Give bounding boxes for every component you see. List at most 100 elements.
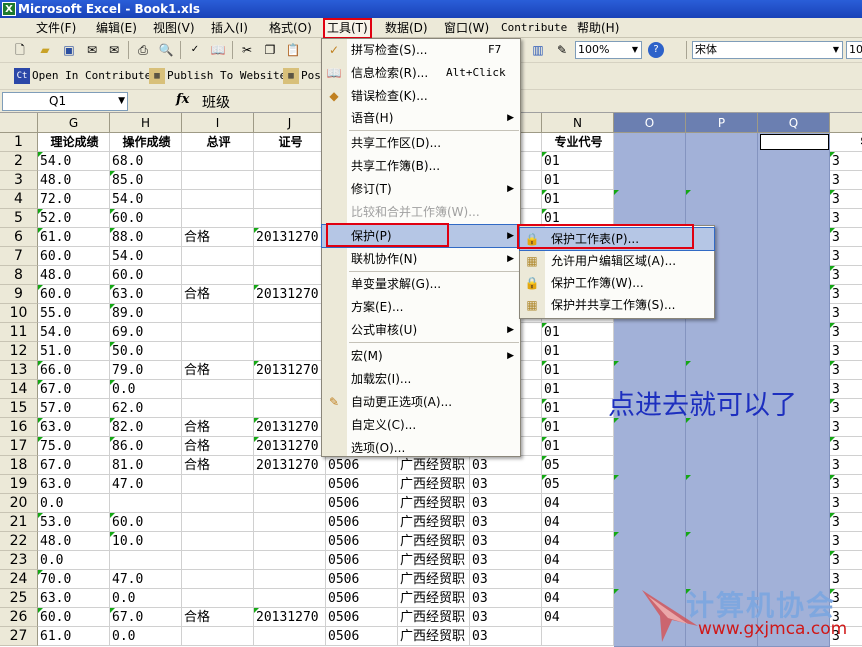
cell-o20[interactable] — [614, 494, 686, 513]
cell-q17[interactable] — [758, 437, 830, 456]
column-header-h[interactable]: H — [110, 113, 182, 133]
cell-r8[interactable]: 3 — [830, 266, 862, 285]
cell-o18[interactable] — [614, 456, 686, 475]
cell-n22[interactable]: 04 — [542, 532, 614, 551]
cell-h22[interactable]: 10.0 — [110, 532, 182, 551]
row-header[interactable]: 11 — [0, 323, 38, 342]
cell-j18[interactable]: 20131270 — [254, 456, 326, 475]
cell-j26[interactable]: 20131270 — [254, 608, 326, 627]
cell-h16[interactable]: 82.0 — [110, 418, 182, 437]
cell-n4[interactable]: 01 — [542, 190, 614, 209]
cell-n3[interactable]: 01 — [542, 171, 614, 190]
cell-l20[interactable]: 广西经贸职 — [398, 494, 470, 513]
cell-q5[interactable] — [758, 209, 830, 228]
cell-l26[interactable]: 广西经贸职 — [398, 608, 470, 627]
protect-submenu-item[interactable]: 🔒 保护工作簿(W)... — [520, 272, 714, 294]
cell-h9[interactable]: 63.0 — [110, 285, 182, 304]
cell-i27[interactable] — [182, 627, 254, 646]
cell-p3[interactable] — [686, 171, 758, 190]
cell-q8[interactable] — [758, 266, 830, 285]
cell-j11[interactable] — [254, 323, 326, 342]
cell-j14[interactable] — [254, 380, 326, 399]
cell-g8[interactable]: 48.0 — [38, 266, 110, 285]
cell-g17[interactable]: 75.0 — [38, 437, 110, 456]
row-header[interactable]: 20 — [0, 494, 38, 513]
cell-j13[interactable]: 20131270 — [254, 361, 326, 380]
research-icon[interactable]: 📖 — [210, 42, 226, 58]
cell-j2[interactable] — [254, 152, 326, 171]
row-header[interactable]: 1 — [0, 133, 38, 152]
print-icon[interactable]: ⎙ — [135, 42, 151, 58]
chevron-down-icon[interactable]: ▼ — [118, 93, 125, 110]
cell-r18[interactable]: 3 — [830, 456, 862, 475]
row-header[interactable]: 16 — [0, 418, 38, 437]
cell-i13[interactable]: 合格 — [182, 361, 254, 380]
cell-r2[interactable]: 3 — [830, 152, 862, 171]
row-header[interactable]: 27 — [0, 627, 38, 646]
cell-i9[interactable]: 合格 — [182, 285, 254, 304]
cell-h19[interactable]: 47.0 — [110, 475, 182, 494]
cell-g18[interactable]: 67.0 — [38, 456, 110, 475]
cell-n1[interactable]: 专业代号 — [542, 133, 614, 152]
column-header-i[interactable]: I — [182, 113, 254, 133]
cell-g14[interactable]: 67.0 — [38, 380, 110, 399]
cell-k23[interactable]: 0506 — [326, 551, 398, 570]
cell-k20[interactable]: 0506 — [326, 494, 398, 513]
cell-q4[interactable] — [758, 190, 830, 209]
cell-n23[interactable]: 04 — [542, 551, 614, 570]
cell-g3[interactable]: 48.0 — [38, 171, 110, 190]
cell-i15[interactable] — [182, 399, 254, 418]
cell-r6[interactable]: 3 — [830, 228, 862, 247]
cell-p1[interactable] — [686, 133, 758, 152]
cell-r17[interactable]: 3 — [830, 437, 862, 456]
cell-m25[interactable]: 03 — [470, 589, 542, 608]
tools-menu-item[interactable]: 公式审核(U) ▶ — [322, 319, 520, 341]
cell-h23[interactable] — [110, 551, 182, 570]
save-icon[interactable]: ▣ — [61, 42, 77, 58]
cell-j17[interactable]: 20131270 — [254, 437, 326, 456]
cell-m20[interactable]: 03 — [470, 494, 542, 513]
cell-h21[interactable]: 60.0 — [110, 513, 182, 532]
column-header-q[interactable]: Q — [758, 113, 830, 133]
spelling-icon[interactable]: ✓ — [187, 42, 203, 58]
cell-o11[interactable] — [614, 323, 686, 342]
cell-r19[interactable]: 3 — [830, 475, 862, 494]
select-all-corner[interactable] — [0, 113, 38, 133]
cell-m26[interactable]: 03 — [470, 608, 542, 627]
cell-r16[interactable]: 3 — [830, 418, 862, 437]
post-button[interactable]: ▦ Pos — [283, 67, 321, 85]
tools-menu-item[interactable]: ✎ 自动更正选项(A)... — [322, 391, 520, 413]
cell-j6[interactable]: 20131270 — [254, 228, 326, 247]
cell-g19[interactable]: 63.0 — [38, 475, 110, 494]
cell-q3[interactable] — [758, 171, 830, 190]
cell-i8[interactable] — [182, 266, 254, 285]
cell-o19[interactable] — [614, 475, 686, 494]
tools-menu-item[interactable]: ◆ 错误检查(K)... — [322, 85, 520, 107]
cell-h10[interactable]: 89.0 — [110, 304, 182, 323]
cell-p17[interactable] — [686, 437, 758, 456]
font-combo[interactable]: 宋体 ▼ — [692, 41, 843, 59]
cell-m24[interactable]: 03 — [470, 570, 542, 589]
cell-r9[interactable]: 3 — [830, 285, 862, 304]
cell-n27[interactable] — [542, 627, 614, 646]
cell-h24[interactable]: 47.0 — [110, 570, 182, 589]
cell-n21[interactable]: 04 — [542, 513, 614, 532]
row-header[interactable]: 6 — [0, 228, 38, 247]
cell-r20[interactable]: 3 — [830, 494, 862, 513]
cell-q22[interactable] — [758, 532, 830, 551]
open-in-contribute-button[interactable]: Ct Open In Contribute — [14, 67, 151, 85]
publish-to-website-button[interactable]: ▦ Publish To Website — [149, 67, 286, 85]
print-preview-icon[interactable]: 🔍 — [158, 42, 174, 58]
cell-i4[interactable] — [182, 190, 254, 209]
menu-contribute[interactable]: Contribute — [501, 20, 567, 37]
cell-q13[interactable] — [758, 361, 830, 380]
menu-format[interactable]: 格式(O) — [269, 20, 312, 37]
cell-k21[interactable]: 0506 — [326, 513, 398, 532]
cell-o13[interactable] — [614, 361, 686, 380]
cell-p19[interactable] — [686, 475, 758, 494]
row-header[interactable]: 9 — [0, 285, 38, 304]
cell-r15[interactable]: 3 — [830, 399, 862, 418]
cell-r14[interactable]: 3 — [830, 380, 862, 399]
cell-g4[interactable]: 72.0 — [38, 190, 110, 209]
cell-p22[interactable] — [686, 532, 758, 551]
